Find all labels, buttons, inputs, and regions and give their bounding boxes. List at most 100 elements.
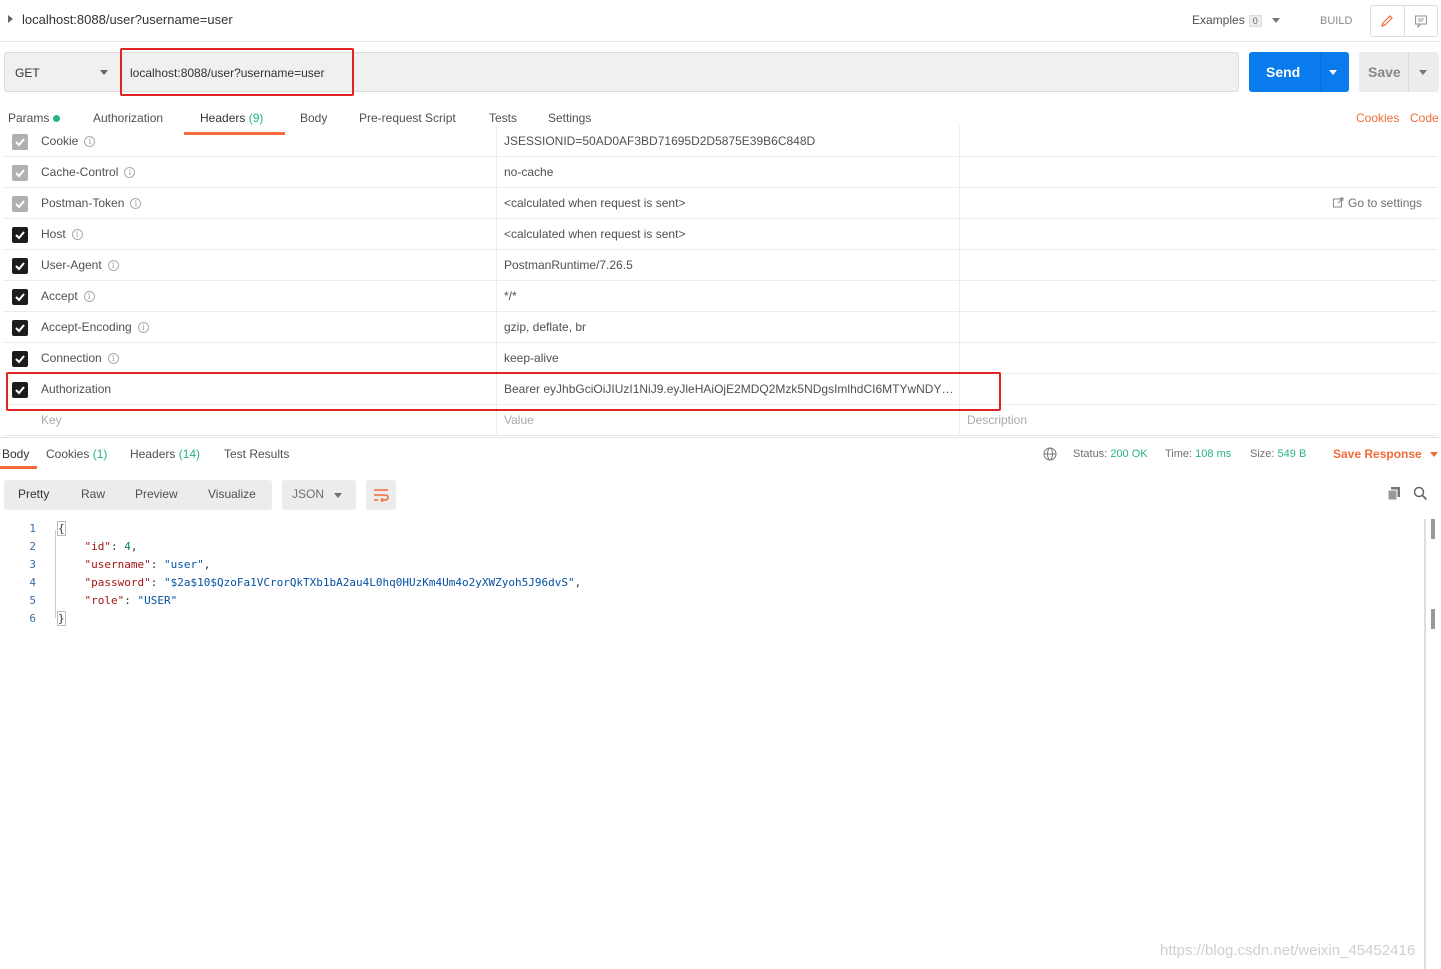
header-value[interactable]: <calculated when request is sent> bbox=[504, 227, 952, 241]
header-key[interactable]: User-Agent i bbox=[41, 258, 119, 272]
divider bbox=[496, 312, 497, 343]
header-key[interactable]: Cookie i bbox=[41, 134, 96, 148]
scrollbar-thumb[interactable] bbox=[1431, 519, 1435, 539]
json-value: "$2a$10$QzoFa1VCrorQkTXb1bA2au4L0hq0HUzK… bbox=[163, 576, 575, 589]
tab-headers-label: Headers bbox=[200, 111, 246, 125]
wrap-lines-button[interactable] bbox=[366, 480, 396, 510]
tab-headers[interactable]: Headers (9) bbox=[200, 111, 263, 125]
request-title[interactable]: localhost:8088/user?username=user bbox=[22, 12, 233, 27]
chevron-down-icon bbox=[1271, 18, 1280, 24]
method-label: GET bbox=[15, 66, 40, 80]
description-placeholder[interactable]: Description bbox=[967, 413, 1027, 427]
checkbox[interactable] bbox=[12, 258, 28, 274]
scrollbar-track[interactable] bbox=[1424, 519, 1426, 969]
url-highlight-box bbox=[120, 48, 354, 96]
table-row: Postman-Token i <calculated when request … bbox=[4, 188, 1438, 219]
tab-headers-count: (9) bbox=[248, 111, 264, 125]
checkbox[interactable] bbox=[12, 351, 28, 367]
header-key[interactable]: Postman-Token i bbox=[41, 196, 142, 210]
checkbox[interactable] bbox=[12, 196, 28, 212]
checkbox[interactable] bbox=[12, 227, 28, 243]
json-key: "role" bbox=[84, 594, 125, 607]
go-to-settings-link[interactable]: Go to settings bbox=[1333, 196, 1422, 210]
tab-response-cookies[interactable]: Cookies (1) bbox=[46, 447, 107, 461]
cookies-link[interactable]: Cookies bbox=[1356, 111, 1399, 125]
open-brace: { bbox=[57, 521, 66, 536]
external-link-icon bbox=[1333, 197, 1344, 208]
tab-test-results[interactable]: Test Results bbox=[224, 447, 289, 461]
line-number: 3 bbox=[29, 558, 36, 571]
header-value[interactable]: keep-alive bbox=[504, 351, 952, 365]
view-pretty[interactable]: Pretty bbox=[18, 487, 49, 501]
status-value: 200 OK bbox=[1110, 448, 1148, 460]
tab-params[interactable]: Params bbox=[8, 111, 61, 125]
info-icon: i bbox=[71, 229, 83, 241]
code-line: "username": "user", bbox=[84, 558, 211, 571]
key-placeholder[interactable]: Key bbox=[41, 413, 62, 427]
checkbox[interactable] bbox=[12, 134, 28, 150]
save-response-button[interactable]: Save Response bbox=[1333, 447, 1438, 461]
table-row: Accept-Encoding i gzip, deflate, br bbox=[4, 312, 1438, 343]
globe-icon[interactable] bbox=[1043, 447, 1057, 464]
tab-tests[interactable]: Tests bbox=[489, 111, 517, 125]
header-key[interactable]: Connection i bbox=[41, 351, 119, 365]
json-key: "id" bbox=[84, 540, 112, 553]
table-row: Connection i keep-alive bbox=[4, 343, 1438, 374]
header-value[interactable]: gzip, deflate, br bbox=[504, 320, 952, 334]
header-value[interactable]: <calculated when request is sent> bbox=[504, 196, 952, 210]
header-key[interactable]: Cache-Control i bbox=[41, 165, 136, 179]
build-mode-label[interactable]: BUILD bbox=[1320, 15, 1352, 27]
tab-body[interactable]: Body bbox=[300, 111, 327, 125]
copy-icon[interactable] bbox=[1387, 486, 1402, 504]
chevron-down-icon bbox=[1429, 452, 1438, 458]
header-value[interactable]: PostmanRuntime/7.26.5 bbox=[504, 258, 952, 272]
tab-pre-request-label: Pre-request Script bbox=[359, 111, 456, 125]
request-title-bar: localhost:8088/user?username=user Exampl… bbox=[0, 0, 1441, 42]
save-dropdown-icon[interactable] bbox=[1419, 70, 1427, 75]
checkbox[interactable] bbox=[12, 289, 28, 305]
header-value[interactable]: no-cache bbox=[504, 165, 952, 179]
divider bbox=[496, 157, 497, 188]
save-response-label: Save Response bbox=[1333, 447, 1422, 461]
header-key[interactable]: Accept-Encoding i bbox=[41, 320, 149, 334]
json-value: 4 bbox=[124, 540, 131, 553]
divider bbox=[959, 281, 960, 312]
tab-authorization[interactable]: Authorization bbox=[93, 111, 163, 125]
save-button[interactable]: Save bbox=[1359, 52, 1439, 92]
send-label: Send bbox=[1266, 64, 1301, 80]
header-key[interactable]: Accept i bbox=[41, 289, 95, 303]
tab-response-headers[interactable]: Headers (14) bbox=[130, 447, 200, 461]
info-icon: i bbox=[130, 198, 142, 210]
tab-settings[interactable]: Settings bbox=[548, 111, 591, 125]
divider bbox=[959, 343, 960, 374]
wrap-icon bbox=[374, 489, 389, 502]
format-select[interactable]: JSON bbox=[282, 480, 356, 510]
view-mode-tabs: Pretty Raw Preview Visualize bbox=[4, 480, 272, 510]
checkbox[interactable] bbox=[12, 165, 28, 181]
header-key[interactable]: Host i bbox=[41, 227, 83, 241]
value-placeholder[interactable]: Value bbox=[504, 413, 952, 427]
examples-dropdown[interactable]: Examples 0 bbox=[1192, 13, 1280, 27]
tab-response-body[interactable]: Body bbox=[2, 447, 29, 461]
collapse-caret-icon[interactable] bbox=[8, 15, 13, 23]
checkbox[interactable] bbox=[12, 320, 28, 336]
view-raw[interactable]: Raw bbox=[81, 487, 105, 501]
mode-toggle bbox=[1370, 5, 1438, 37]
size-label: Size: bbox=[1250, 448, 1275, 460]
view-preview[interactable]: Preview bbox=[135, 487, 178, 501]
header-value[interactable]: JSESSIONID=50AD0AF3BD71695D2D5875E39B6C8… bbox=[504, 134, 952, 148]
method-select[interactable]: GET bbox=[5, 53, 121, 91]
search-icon[interactable] bbox=[1413, 486, 1428, 504]
edit-pencil-button[interactable] bbox=[1371, 6, 1405, 36]
header-value[interactable]: */* bbox=[504, 289, 952, 303]
tab-pre-request-script[interactable]: Pre-request Script bbox=[359, 111, 456, 125]
line-number: 5 bbox=[29, 594, 36, 607]
view-visualize[interactable]: Visualize bbox=[208, 487, 256, 501]
divider bbox=[959, 157, 960, 188]
send-button[interactable]: Send bbox=[1249, 52, 1349, 92]
table-row: Accept i */* bbox=[4, 281, 1438, 312]
info-icon: i bbox=[124, 167, 136, 179]
comments-button[interactable] bbox=[1405, 6, 1438, 36]
send-dropdown-icon[interactable] bbox=[1329, 70, 1337, 75]
code-link[interactable]: Code bbox=[1410, 111, 1439, 125]
